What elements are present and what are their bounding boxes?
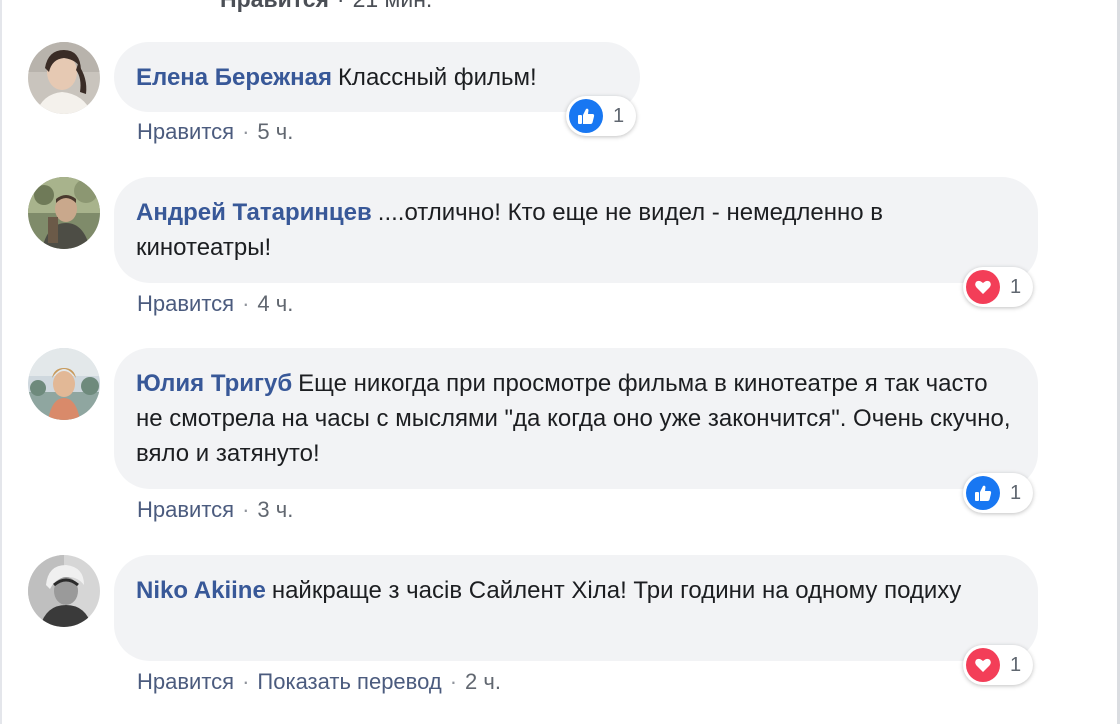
separator-dot: · <box>242 119 250 144</box>
avatar[interactable] <box>28 555 100 627</box>
comment-bubble: Niko Akiine найкраще з часів Сайлент Хіла… <box>114 555 1038 661</box>
like-link[interactable]: Нравится <box>137 669 234 694</box>
reaction-badge[interactable]: 1 <box>566 96 637 136</box>
comment-author[interactable]: Елена Бережная <box>136 64 332 91</box>
avatar[interactable] <box>28 177 100 249</box>
separator-dot: · <box>449 669 458 694</box>
reaction-count: 1 <box>1010 653 1022 676</box>
comment-actions: Нравится · Показать перевод · 2 ч. <box>137 669 501 695</box>
separator-dot: · <box>242 291 250 316</box>
separator-dot: · <box>242 669 250 694</box>
comment-text: Классный фильм! <box>337 64 537 91</box>
comment-bubble: Юлия Тригуб Еще никогда при просмотре фил… <box>114 348 1038 489</box>
previous-comment-meta: Нравится · 21 мин. <box>220 0 432 13</box>
comment-bubble: Андрей Татаринцев ....отлично! Кто еще не… <box>114 177 1038 283</box>
comment-actions: Нравится · 5 ч. <box>137 119 293 145</box>
like-link[interactable]: Нравится <box>220 0 329 12</box>
show-translation-link[interactable]: Показать перевод <box>257 669 441 694</box>
comment-time[interactable]: 4 ч. <box>257 291 293 316</box>
comment-author[interactable]: Юлия Тригуб <box>136 370 292 397</box>
comment-author[interactable]: Андрей Татаринцев <box>136 199 372 226</box>
comment-bubble: Елена Бережная Классный фильм! <box>114 42 640 112</box>
comment-author[interactable]: Niko Akiine <box>136 577 266 604</box>
reaction-badge[interactable]: 1 <box>963 473 1034 513</box>
like-link[interactable]: Нравится <box>137 291 234 316</box>
comment-time[interactable]: 3 ч. <box>257 497 293 522</box>
reaction-count: 1 <box>613 104 625 127</box>
like-link[interactable]: Нравится <box>137 119 234 144</box>
separator-dot: · <box>242 497 250 522</box>
avatar[interactable] <box>28 42 100 114</box>
heart-icon <box>966 648 1000 682</box>
comment-actions: Нравится · 4 ч. <box>137 291 293 317</box>
reaction-count: 1 <box>1010 275 1022 298</box>
separator-dot: · <box>337 0 345 12</box>
like-icon <box>966 476 1000 510</box>
comment-actions: Нравится · 3 ч. <box>137 497 293 523</box>
avatar[interactable] <box>28 348 100 420</box>
reaction-badge[interactable]: 1 <box>963 645 1034 685</box>
left-divider <box>0 0 2 724</box>
like-icon <box>569 99 603 133</box>
comment-time[interactable]: 21 мин. <box>353 0 433 12</box>
heart-icon <box>966 270 1000 304</box>
comments-panel: Нравится · 21 мин. Елена БережнаяКлассный … <box>0 0 1120 724</box>
reaction-count: 1 <box>1010 481 1022 504</box>
comment-time[interactable]: 5 ч. <box>257 119 293 144</box>
reaction-badge[interactable]: 1 <box>963 267 1034 307</box>
like-link[interactable]: Нравится <box>137 497 234 522</box>
comment-text: найкраще з часів Сайлент Хіла! Три годин… <box>271 577 962 604</box>
comment-time[interactable]: 2 ч. <box>465 669 501 694</box>
